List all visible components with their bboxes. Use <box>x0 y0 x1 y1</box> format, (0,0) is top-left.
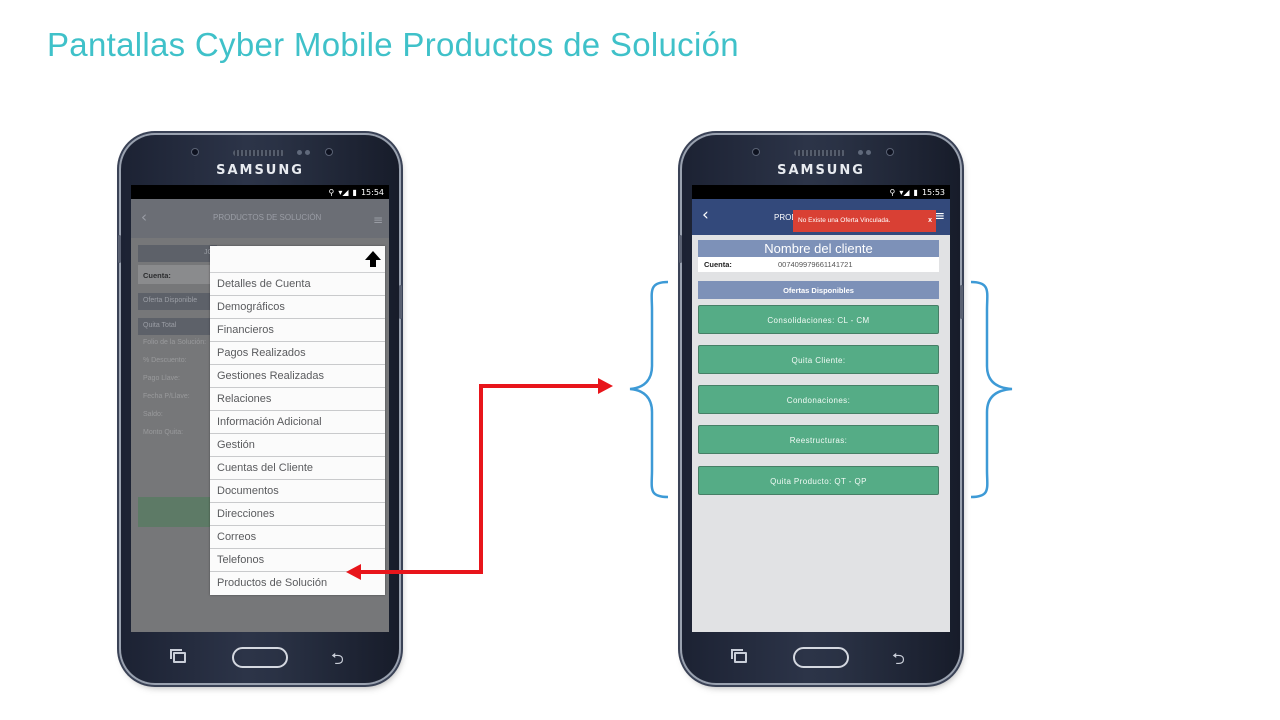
earpiece-speaker <box>233 150 285 156</box>
hardware-keys: ⮌ <box>121 646 399 670</box>
recent-apps-icon[interactable] <box>170 649 186 663</box>
account-row: Cuenta: 007409979661141721 <box>698 257 939 272</box>
menu-item-documentos[interactable]: Documentos <box>210 480 385 503</box>
front-camera-icon <box>191 148 199 156</box>
bg-oferta-bar: Oferta Disponible <box>138 293 217 310</box>
hardware-keys: ⮌ <box>682 646 960 670</box>
client-name-bar: Nombre del cliente <box>698 240 939 257</box>
app-header: ‹ PROD ≡ No Existe una Oferta Vinculada.… <box>692 199 950 235</box>
wifi-signal-icon: ▾◢ <box>338 187 349 197</box>
back-key-icon[interactable]: ⮌ <box>331 648 344 675</box>
status-time: 15:54 <box>360 187 384 197</box>
navigation-dropdown-menu: Detalles de Cuenta Demográficos Financie… <box>210 246 385 595</box>
menu-item-gestion[interactable]: Gestión <box>210 434 385 457</box>
front-camera-icon <box>325 148 333 156</box>
menu-item-productos-de-solucion[interactable]: Productos de Solución <box>210 572 385 595</box>
arrow-up-icon[interactable] <box>364 250 382 268</box>
front-camera-icon <box>886 148 894 156</box>
solution-products-screen: Nombre del cliente Cuenta: 0074099796611… <box>692 235 950 632</box>
phone-left: SAMSUNG ⚲ ▾◢ ▮ 15:54 ‹ PRODUCTOS DE SOLU… <box>118 135 402 683</box>
left-screen: ⚲ ▾◢ ▮ 15:54 ‹ PRODUCTOS DE SOLUCIÓN ≡ J… <box>131 185 389 632</box>
menu-item-gestiones-realizadas[interactable]: Gestiones Realizadas <box>210 365 385 388</box>
dropdown-top <box>210 246 385 273</box>
menu-item-cuentas-del-cliente[interactable]: Cuentas del Cliente <box>210 457 385 480</box>
bg-field-label: Pago Llave: <box>143 375 180 382</box>
back-arrow-icon[interactable]: ‹ <box>141 208 147 226</box>
left-curly-brace <box>629 280 669 499</box>
bg-field-label: Saldo: <box>143 411 163 418</box>
toast-message: No Existe una Oferta Vinculada. <box>798 217 891 224</box>
volume-button <box>679 235 682 263</box>
right-screen: ⚲ ▾◢ ▮ 15:53 ‹ PROD ≡ No Existe una Ofer… <box>692 185 950 632</box>
power-button <box>399 285 402 319</box>
home-button[interactable] <box>232 647 288 668</box>
status-time: 15:53 <box>921 187 945 197</box>
battery-icon: ▮ <box>352 187 357 197</box>
status-bar: ⚲ ▾◢ ▮ 15:54 <box>131 185 389 199</box>
back-arrow-icon[interactable]: ‹ <box>702 205 709 225</box>
account-number: 007409979661141721 <box>778 260 853 269</box>
location-icon: ⚲ <box>328 187 335 197</box>
volume-button <box>118 235 121 263</box>
brand-logo: SAMSUNG <box>777 163 865 178</box>
menu-item-telefonos[interactable]: Telefonos <box>210 549 385 572</box>
menu-item-informacion-adicional[interactable]: Información Adicional <box>210 411 385 434</box>
location-icon: ⚲ <box>889 187 896 197</box>
sensor-dot <box>866 150 871 155</box>
error-toast: No Existe una Oferta Vinculada. x <box>793 210 936 232</box>
menu-item-demograficos[interactable]: Demográficos <box>210 296 385 319</box>
bg-field-label: Folio de la Solución: <box>143 339 207 346</box>
bg-green-button <box>138 497 217 527</box>
app-screen-dimmed: ‹ PRODUCTOS DE SOLUCIÓN ≡ JO Cuenta: Ofe… <box>131 199 389 632</box>
bg-quita-bar: Quita Total <box>138 318 217 335</box>
power-button <box>960 285 963 319</box>
offer-button-reestructuras[interactable]: Reestructuras: <box>698 425 939 454</box>
sensor-dot <box>305 150 310 155</box>
home-button[interactable] <box>793 647 849 668</box>
back-key-icon[interactable]: ⮌ <box>892 648 905 675</box>
bg-header-bar: JO <box>138 245 217 262</box>
front-camera-icon <box>752 148 760 156</box>
bg-field-label: % Descuento: <box>143 357 187 364</box>
offer-button-quita-producto[interactable]: Quita Producto: QT - QP <box>698 466 939 495</box>
bg-field-label: Monto Quita: <box>143 429 184 436</box>
sensor-dot <box>297 150 302 155</box>
brand-logo: SAMSUNG <box>216 163 304 178</box>
header-title: PRODUCTOS DE SOLUCIÓN <box>213 213 322 222</box>
menu-item-detalles-de-cuenta[interactable]: Detalles de Cuenta <box>210 273 385 296</box>
offers-header: Ofertas Disponibles <box>698 281 939 299</box>
app-header: ‹ PRODUCTOS DE SOLUCIÓN ≡ <box>131 199 389 238</box>
sensor-dot <box>858 150 863 155</box>
account-label: Cuenta: <box>704 260 732 269</box>
offer-button-consolidaciones[interactable]: Consolidaciones: CL - CM <box>698 305 939 334</box>
menu-item-relaciones[interactable]: Relaciones <box>210 388 385 411</box>
offer-button-quita-cliente[interactable]: Quita Cliente: <box>698 345 939 374</box>
wifi-signal-icon: ▾◢ <box>899 187 910 197</box>
toast-close-button[interactable]: x <box>928 217 932 224</box>
status-bar: ⚲ ▾◢ ▮ 15:53 <box>692 185 950 199</box>
menu-item-pagos-realizados[interactable]: Pagos Realizados <box>210 342 385 365</box>
menu-item-direcciones[interactable]: Direcciones <box>210 503 385 526</box>
bg-field-label: Fecha P/Llave: <box>143 393 190 400</box>
menu-item-correos[interactable]: Correos <box>210 526 385 549</box>
phone-right: SAMSUNG ⚲ ▾◢ ▮ 15:53 ‹ PROD ≡ No Existe … <box>679 135 963 683</box>
bg-cuenta-row: Cuenta: <box>138 265 217 284</box>
menu-item-financieros[interactable]: Financieros <box>210 319 385 342</box>
slide-title: Pantallas Cyber Mobile Productos de Solu… <box>47 26 739 63</box>
hamburger-menu-icon[interactable]: ≡ <box>373 213 383 227</box>
earpiece-speaker <box>794 150 846 156</box>
right-curly-brace <box>970 280 1013 499</box>
offer-button-condonaciones[interactable]: Condonaciones: <box>698 385 939 414</box>
battery-icon: ▮ <box>913 187 918 197</box>
recent-apps-icon[interactable] <box>731 649 747 663</box>
